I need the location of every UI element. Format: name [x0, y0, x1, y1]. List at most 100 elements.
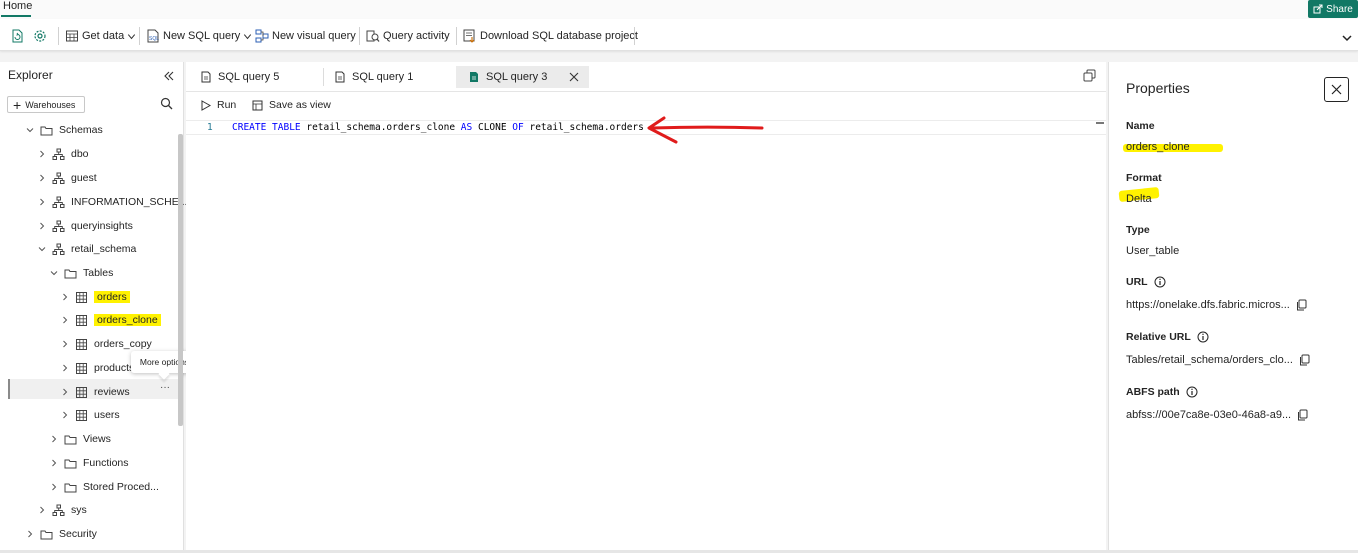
schema-icon	[52, 148, 65, 160]
sql-file-icon	[335, 71, 345, 83]
relative-url-label-text: Relative URL	[1126, 331, 1191, 343]
new-visual-query-label: New visual query	[272, 30, 356, 42]
chevron-down-icon[interactable]	[49, 268, 59, 278]
tree-item-security[interactable]: Security	[25, 524, 97, 544]
chevron-right-icon[interactable]	[25, 529, 35, 539]
save-as-view-button[interactable]: Save as view	[252, 99, 331, 111]
copy-icon[interactable]	[1296, 299, 1307, 311]
chevron-right-icon[interactable]	[60, 292, 70, 302]
code-line-1[interactable]: CREATE TABLE retail_schema.orders_clone …	[232, 122, 644, 133]
editor-actions: Run Save as view	[186, 96, 1106, 116]
new-visual-query-button[interactable]: New visual query	[255, 27, 356, 45]
download-project-icon	[463, 29, 475, 43]
info-icon[interactable]	[1186, 386, 1198, 398]
chevron-down-icon	[244, 33, 252, 39]
tree-item-sys[interactable]: sys	[37, 500, 87, 520]
chevron-right-icon[interactable]	[49, 458, 59, 468]
tree-item-label: orders	[94, 291, 130, 303]
tree-item-views[interactable]: Views	[49, 429, 111, 449]
info-icon[interactable]	[1154, 276, 1166, 288]
tab-sql-query-5[interactable]: SQL query 5	[200, 66, 279, 88]
chevron-right-icon[interactable]	[49, 482, 59, 492]
tree-item-reviews[interactable]: reviews	[60, 382, 130, 402]
chevron-right-icon[interactable]	[60, 387, 70, 397]
tree-item-label: users	[94, 409, 120, 421]
expand-ribbon-chevron-icon[interactable]	[1342, 33, 1352, 43]
play-icon	[201, 99, 211, 111]
close-tab-icon[interactable]	[569, 72, 579, 82]
chevron-right-icon[interactable]	[37, 173, 47, 183]
ribbon-toolbar: Get data SQL New SQL query New visual qu…	[0, 19, 1358, 51]
tree-item-label: Stored Proced...	[83, 481, 159, 493]
query-activity-button[interactable]: Query activity	[366, 27, 450, 45]
toolbar-separator	[58, 27, 59, 45]
home-tab[interactable]: Home	[3, 0, 32, 12]
chevron-right-icon[interactable]	[49, 434, 59, 444]
tree-item-dbo[interactable]: dbo	[37, 144, 89, 164]
tab-label: SQL query 5	[218, 71, 280, 83]
type-label: Type	[1126, 224, 1150, 236]
tree-item-users[interactable]: users	[60, 405, 120, 425]
relative-url-value-text: Tables/retail_schema/orders_clo...	[1126, 354, 1293, 366]
chevron-right-icon[interactable]	[37, 505, 47, 515]
overview-ruler-marker	[1096, 122, 1104, 124]
chevron-right-icon[interactable]	[37, 149, 47, 159]
tree-item-tables[interactable]: Tables	[49, 263, 113, 283]
tree-item-label: orders_copy	[94, 338, 152, 350]
refresh-button[interactable]	[10, 27, 24, 45]
new-sql-query-button[interactable]: SQL New SQL query	[146, 27, 252, 45]
tree-item-stored-proced[interactable]: Stored Proced...	[49, 477, 159, 497]
tab-separator	[323, 68, 324, 86]
chevron-right-icon[interactable]	[60, 410, 70, 420]
query-activity-icon	[366, 30, 380, 42]
save-as-view-label: Save as view	[269, 99, 331, 111]
tab-sql-query-3[interactable]: SQL query 3	[456, 66, 590, 88]
folder-icon	[64, 269, 77, 278]
visual-query-icon	[255, 29, 269, 43]
tree-item-label: Views	[83, 433, 111, 445]
search-icon[interactable]	[160, 97, 173, 110]
table-icon	[76, 386, 87, 398]
run-button[interactable]: Run	[200, 99, 236, 111]
chevron-right-icon[interactable]	[60, 339, 70, 349]
settings-button[interactable]	[33, 27, 47, 45]
more-options-button[interactable]: ···	[160, 382, 170, 393]
table-icon	[66, 30, 78, 42]
schema-icon	[52, 196, 65, 208]
tree-item-queryinsights[interactable]: queryinsights	[37, 216, 133, 236]
chevron-right-icon[interactable]	[37, 221, 47, 231]
tree-item-guest[interactable]: guest	[37, 168, 97, 188]
chevron-right-icon[interactable]	[37, 197, 47, 207]
tree-item-orders-clone[interactable]: orders_clone	[60, 310, 161, 330]
collapse-pane-icon[interactable]	[163, 70, 175, 82]
info-icon[interactable]	[1197, 331, 1209, 343]
schema-icon	[52, 243, 65, 255]
add-warehouses-button[interactable]: + Warehouses	[7, 96, 85, 113]
name-value: orders_clone	[1126, 141, 1190, 153]
copy-icon[interactable]	[1297, 409, 1308, 421]
chevron-right-icon[interactable]	[60, 315, 70, 325]
tree-item-information-sche[interactable]: INFORMATION_SCHE...	[37, 192, 187, 212]
tab-sql-query-1[interactable]: SQL query 1	[334, 66, 413, 88]
close-properties-button[interactable]	[1324, 77, 1349, 102]
tree-item-schemas[interactable]: Schemas	[25, 120, 103, 140]
download-project-button[interactable]: Download SQL database project	[463, 27, 638, 45]
close-icon	[1331, 84, 1342, 95]
tree-item-retail-schema[interactable]: retail_schema	[37, 239, 136, 259]
copy-icon[interactable]	[1299, 354, 1310, 366]
tree-item-orders[interactable]: orders	[60, 287, 130, 307]
share-button[interactable]: Share	[1308, 0, 1358, 18]
sql-keyword: AS	[460, 122, 473, 133]
url-label-text: URL	[1126, 276, 1148, 288]
chevron-down-icon[interactable]	[37, 244, 47, 254]
chevron-right-icon[interactable]	[60, 363, 70, 373]
explorer-scrollbar[interactable]	[178, 134, 183, 426]
tree-item-functions[interactable]: Functions	[49, 453, 129, 473]
refresh-document-icon	[12, 29, 23, 43]
format-label: Format	[1126, 172, 1162, 184]
tree-item-products[interactable]: products	[60, 358, 134, 378]
get-data-button[interactable]: Get data	[65, 27, 136, 45]
chevron-down-icon[interactable]	[25, 125, 35, 135]
tree-item-label: reviews	[94, 386, 130, 398]
copy-icon[interactable]	[1083, 69, 1096, 82]
